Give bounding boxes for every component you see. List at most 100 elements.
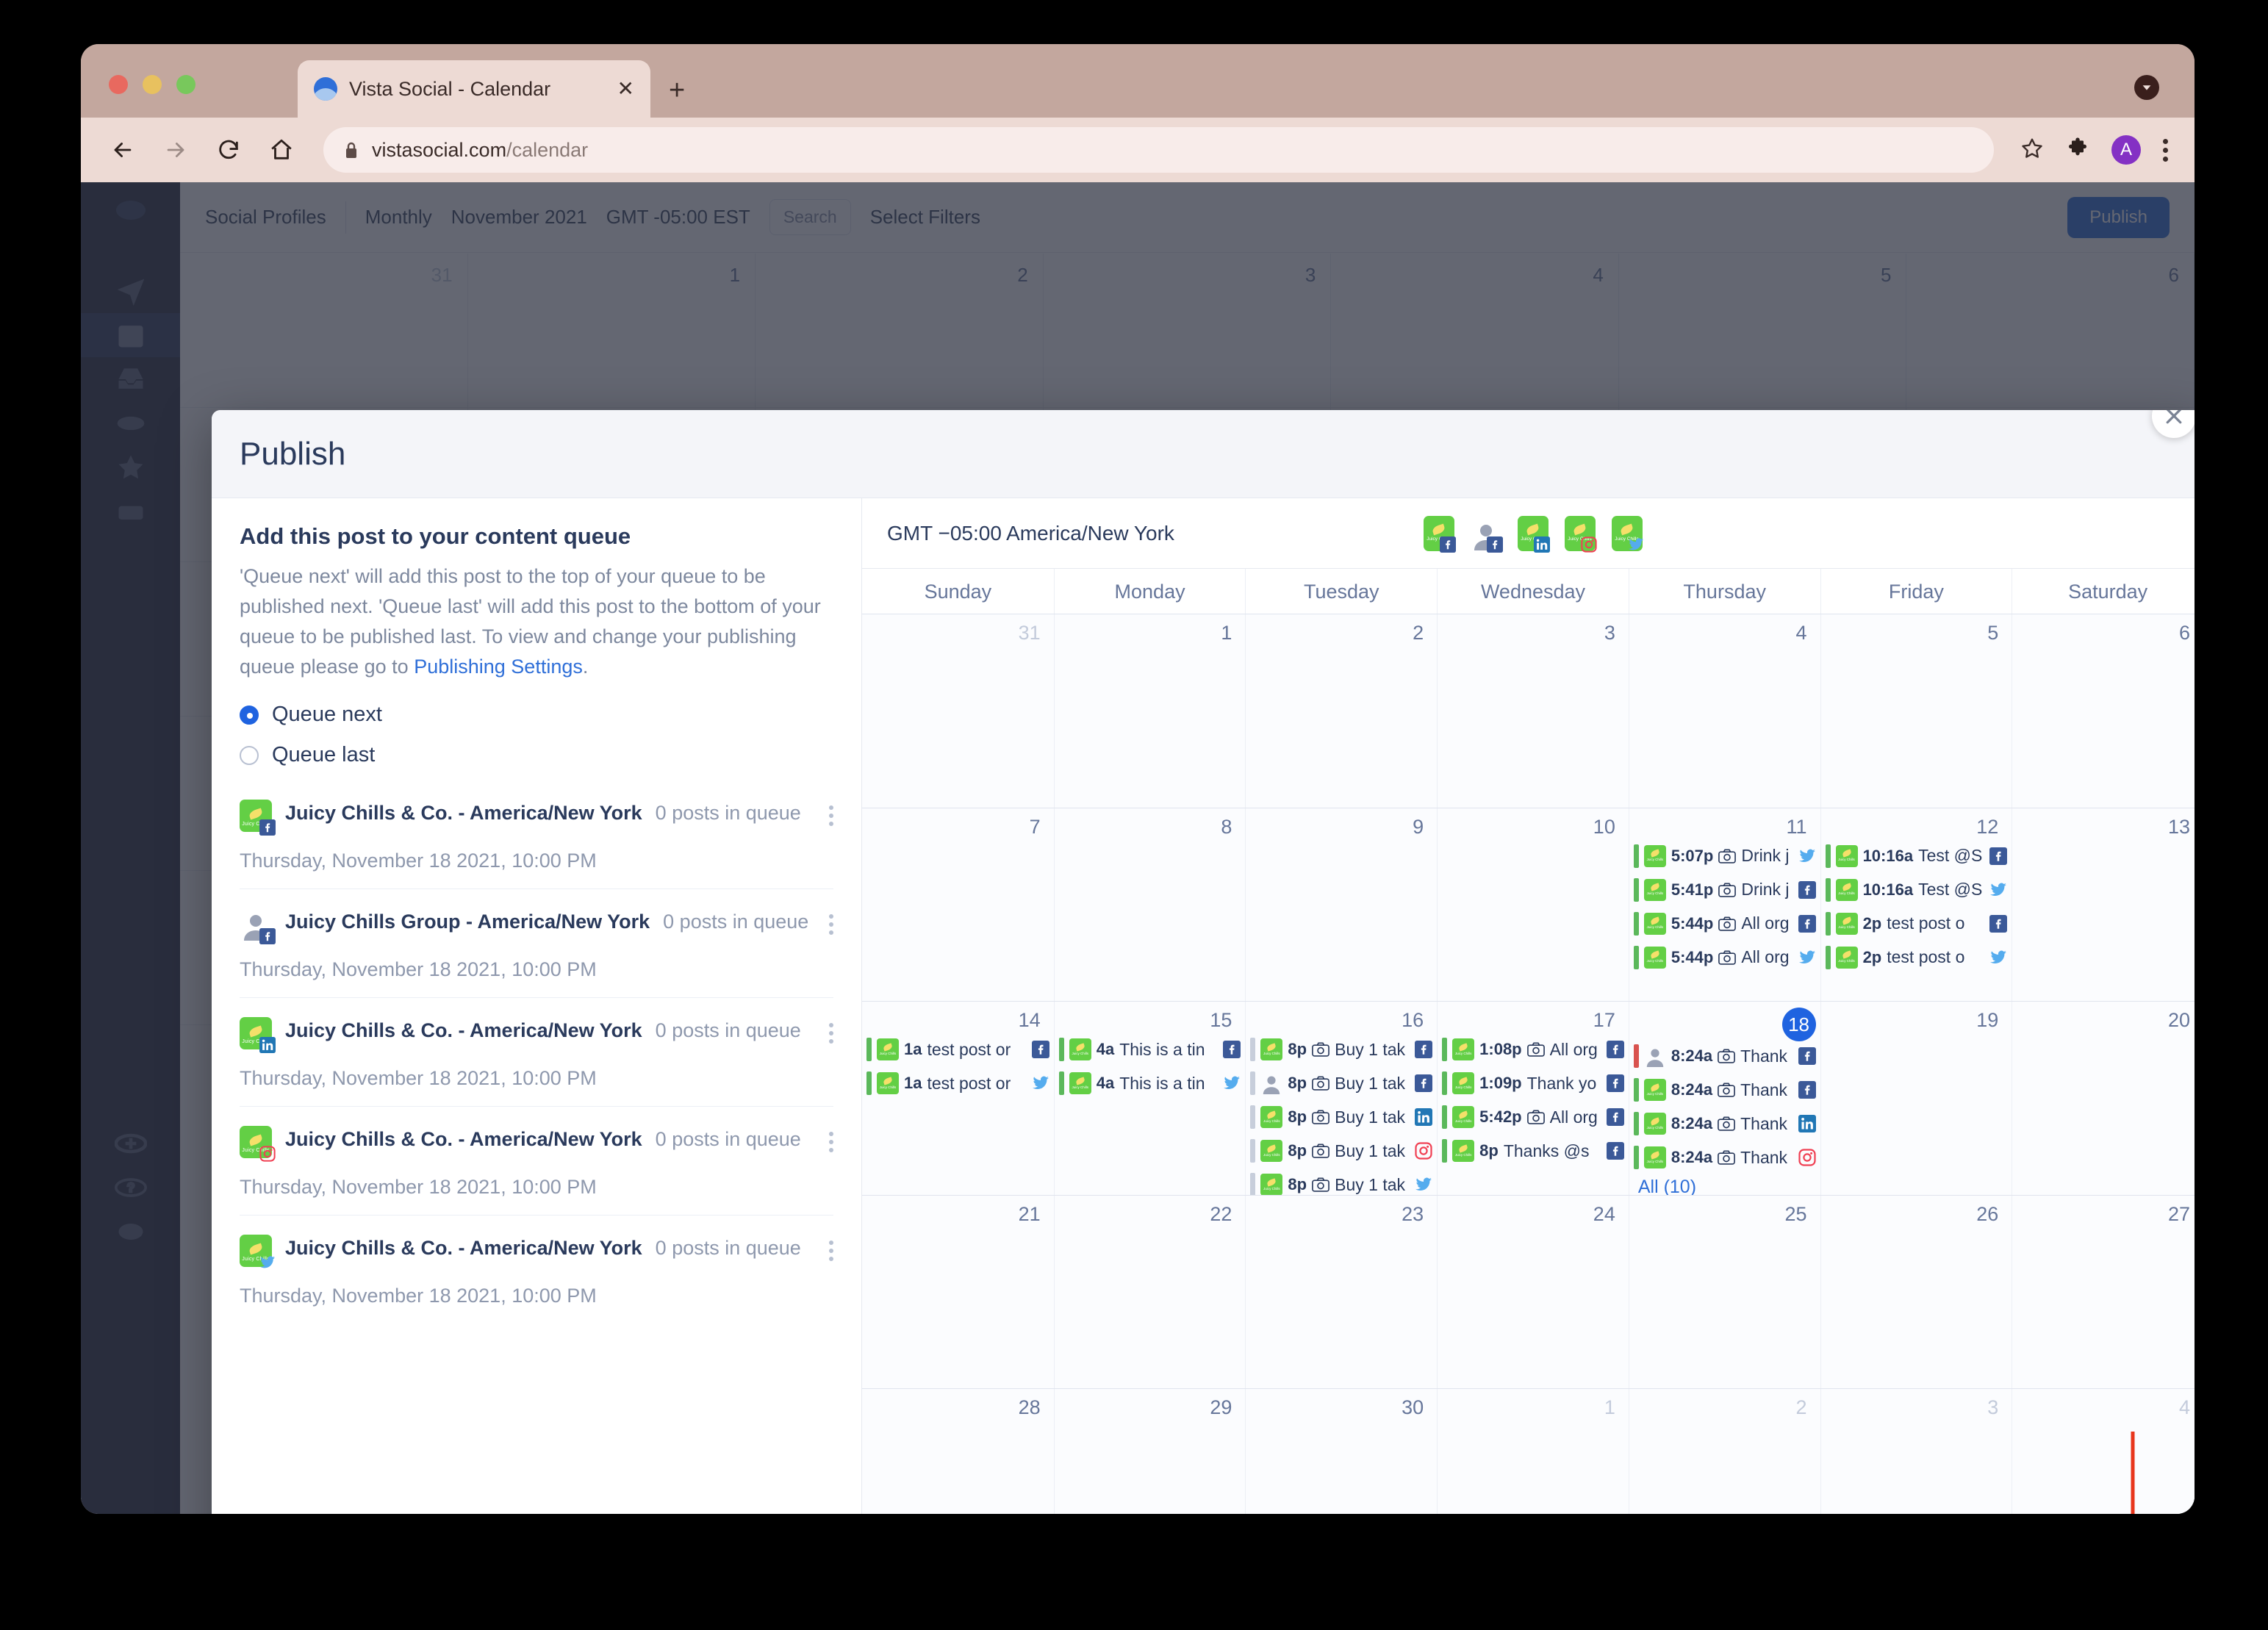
queue-item[interactable]: Juicy Chills Juicy Chills & Co. - America…: [240, 1106, 833, 1215]
calendar-day-cell[interactable]: 31: [862, 614, 1054, 808]
extensions-puzzle-icon[interactable]: [2066, 137, 2089, 164]
queue-item-menu-icon[interactable]: [829, 1017, 833, 1044]
calendar-profile-avatar[interactable]: Juicy Chills: [1517, 515, 1550, 553]
calendar-day-cell[interactable]: 4: [2012, 1389, 2195, 1514]
calendar-profile-avatar[interactable]: Juicy Chills: [1611, 515, 1643, 551]
calendar-day-cell[interactable]: 20: [2012, 1002, 2195, 1195]
queue-item-menu-icon[interactable]: [829, 1235, 833, 1262]
calendar-profile-avatar[interactable]: [1471, 516, 1503, 553]
calendar-event[interactable]: Juicy Chills 2p test post o: [1825, 909, 2008, 938]
queue-item-menu-icon[interactable]: [829, 800, 833, 827]
calendar-event[interactable]: Juicy Chills 5:41p Drink j: [1633, 875, 1816, 905]
calendar-event[interactable]: 8p Buy 1 tak: [1250, 1069, 1433, 1098]
calendar-event[interactable]: 8:24a Thank: [1633, 1041, 1816, 1071]
calendar-day-cell[interactable]: 3: [1820, 1389, 2012, 1514]
event-status-bar: [1633, 1146, 1639, 1170]
tab-close-icon[interactable]: ✕: [617, 79, 634, 99]
linkedin-icon: [259, 1036, 276, 1054]
calendar-day-cell[interactable]: 2: [1245, 614, 1437, 808]
calendar-event[interactable]: Juicy Chills 8p Buy 1 tak: [1250, 1136, 1432, 1166]
close-window-button[interactable]: [109, 75, 128, 94]
address-bar[interactable]: vistasocial.com/calendar: [323, 127, 1994, 173]
calendar-day-cell[interactable]: 16 Juicy Chills 8p Buy 1 tak 8p Buy 1 tak Juic…: [1245, 1002, 1437, 1195]
calendar-event[interactable]: Juicy Chills 1a test post or: [866, 1069, 1049, 1098]
calendar-day-cell[interactable]: 26: [1820, 1195, 2012, 1389]
publishing-settings-link[interactable]: Publishing Settings: [414, 656, 583, 678]
calendar-day-cell[interactable]: 17 Juicy Chills 1:08p All org Juicy Chills 1:…: [1437, 1002, 1629, 1195]
chevron-down-icon[interactable]: [2134, 75, 2159, 100]
calendar-day-cell[interactable]: 1: [1053, 614, 1246, 808]
radio-queue-next[interactable]: Queue next: [240, 703, 833, 727]
forward-icon[interactable]: [160, 134, 191, 165]
calendar-event[interactable]: Juicy Chills 8p Buy 1 tak: [1250, 1102, 1433, 1132]
calendar-event[interactable]: Juicy Chills 1a test post or: [866, 1035, 1049, 1064]
calendar-event[interactable]: Juicy Chills 5:44p All org: [1633, 909, 1816, 938]
calendar-event[interactable]: Juicy Chills 5:07p Drink j: [1633, 841, 1816, 871]
calendar-day-cell[interactable]: 28: [862, 1389, 1054, 1514]
calendar-profile-avatar[interactable]: Juicy Chills: [1423, 515, 1456, 553]
calendar-day-cell[interactable]: 24: [1437, 1195, 1629, 1389]
calendar-day-cell[interactable]: 15 Juicy Chills 4a This is a tin Juicy Chill…: [1053, 1002, 1246, 1195]
bookmark-star-icon[interactable]: [2020, 137, 2044, 164]
calendar-day-cell[interactable]: 4: [1628, 614, 1820, 808]
profile-avatar[interactable]: A: [2111, 135, 2141, 165]
queue-item[interactable]: Juicy Chills Juicy Chills & Co. - America…: [240, 997, 833, 1106]
calendar-event[interactable]: Juicy Chills 4a This is a tin: [1058, 1069, 1241, 1098]
queue-item-menu-icon[interactable]: [829, 1126, 833, 1153]
calendar-day-cell[interactable]: 30: [1245, 1389, 1437, 1514]
calendar-day-cell[interactable]: 2: [1628, 1389, 1820, 1514]
calendar-event[interactable]: Juicy Chills 2p test post o: [1825, 943, 2008, 972]
calendar-day-cell[interactable]: 9: [1245, 808, 1437, 1002]
calendar-day-cell[interactable]: 6: [2012, 614, 2195, 808]
calendar-event[interactable]: Juicy Chills 5:44p All org: [1633, 943, 1816, 972]
queue-item[interactable]: Juicy Chills Group - America/New York 0 p…: [240, 888, 833, 997]
calendar-day-cell[interactable]: 3: [1437, 614, 1629, 808]
calendar-day-cell[interactable]: 7: [862, 808, 1054, 1002]
calendar-day-cell[interactable]: 10: [1437, 808, 1629, 1002]
calendar-day-cell[interactable]: 27: [2012, 1195, 2195, 1389]
calendar-day-cell[interactable]: 12 Juicy Chills 10:16a Test @S Juicy Chills 1…: [1820, 808, 2012, 1002]
home-icon[interactable]: [266, 134, 297, 165]
calendar-day-cell[interactable]: 1: [1437, 1389, 1629, 1514]
calendar-day-cell[interactable]: 13: [2012, 808, 2195, 1002]
reload-icon[interactable]: [213, 134, 244, 165]
calendar-day-cell[interactable]: 11 Juicy Chills 5:07p Drink j Juicy Chills 5:…: [1628, 808, 1820, 1002]
calendar-day-cell[interactable]: 8: [1053, 808, 1246, 1002]
event-text: Buy 1 tak: [1335, 1141, 1405, 1160]
calendar-event[interactable]: Juicy Chills 8p Buy 1 tak: [1250, 1035, 1433, 1064]
calendar-event[interactable]: Juicy Chills 8p Buy 1 tak: [1250, 1170, 1432, 1195]
back-icon[interactable]: [107, 134, 138, 165]
queue-item-menu-icon[interactable]: [829, 908, 833, 936]
queue-item[interactable]: Juicy Chills Juicy Chills & Co. - America…: [240, 1215, 833, 1324]
calendar-day-cell[interactable]: 22: [1053, 1195, 1246, 1389]
show-all-events-link[interactable]: All (10): [1634, 1177, 1816, 1195]
radio-queue-last[interactable]: Queue last: [240, 743, 833, 767]
calendar-day-cell[interactable]: 23: [1245, 1195, 1437, 1389]
calendar-profile-avatar[interactable]: Juicy Chills: [1564, 515, 1597, 553]
calendar-event[interactable]: Juicy Chills 1:09p Thank yo: [1442, 1069, 1624, 1098]
calendar-day-cell[interactable]: 21: [862, 1196, 1054, 1389]
calendar-day-cell[interactable]: 25: [1628, 1195, 1820, 1389]
instagram-icon: [259, 1145, 276, 1163]
minimize-window-button[interactable]: [143, 75, 162, 94]
browser-menu-icon[interactable]: [2163, 138, 2168, 162]
calendar-event[interactable]: Juicy Chills 4a This is a tin: [1058, 1035, 1241, 1064]
calendar-event[interactable]: Juicy Chills 10:16a Test @S: [1825, 875, 2008, 905]
calendar-event[interactable]: Juicy Chills 8:24a Thank: [1633, 1075, 1816, 1105]
calendar-day-cell[interactable]: 18 8:24a Thank Juicy Chills 8:24a Thank Juicy …: [1628, 1002, 1820, 1195]
browser-tab[interactable]: Vista Social - Calendar ✕: [298, 60, 650, 118]
calendar-event[interactable]: Juicy Chills 5:42p All org: [1442, 1102, 1624, 1132]
calendar-day-cell[interactable]: 5: [1820, 614, 2012, 808]
maximize-window-button[interactable]: [176, 75, 195, 94]
calendar-event[interactable]: Juicy Chills 10:16a Test @S: [1825, 841, 2008, 871]
event-avatar: Juicy Chills: [1835, 844, 1858, 867]
calendar-event[interactable]: Juicy Chills 1:08p All org: [1442, 1035, 1624, 1064]
calendar-day-cell[interactable]: 29: [1053, 1389, 1246, 1514]
calendar-event[interactable]: Juicy Chills 8p Thanks @s: [1442, 1136, 1624, 1166]
calendar-day-cell[interactable]: 14 Juicy Chills 1a test post or Juicy Chills…: [862, 1002, 1054, 1195]
queue-item[interactable]: Juicy Chills Juicy Chills & Co. - America…: [240, 783, 833, 888]
new-tab-button[interactable]: +: [669, 76, 685, 104]
calendar-event[interactable]: Juicy Chills 8:24a Thank: [1633, 1109, 1816, 1138]
calendar-day-cell[interactable]: 19: [1820, 1002, 2012, 1195]
calendar-event[interactable]: Juicy Chills 8:24a Thank: [1633, 1143, 1816, 1172]
